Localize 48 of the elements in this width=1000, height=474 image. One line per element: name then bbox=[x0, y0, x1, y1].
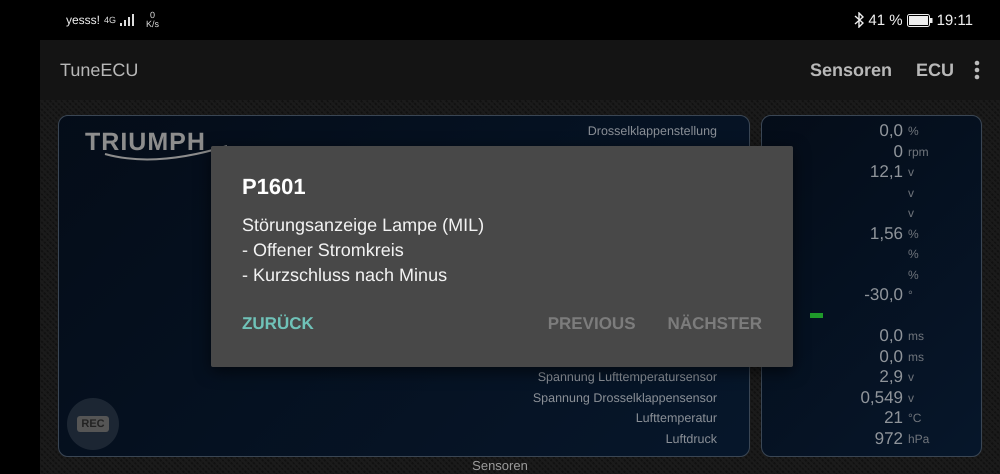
sensor-label: Drosselklappenstellung bbox=[588, 124, 717, 138]
carrier-name: yesss! bbox=[66, 13, 100, 27]
battery-icon bbox=[906, 14, 933, 26]
clock-time: 19:11 bbox=[936, 12, 973, 28]
sensor-label: Lufttemperatur bbox=[636, 411, 717, 426]
sensor-unit: v bbox=[908, 186, 914, 200]
sensor-label: Spannung Lufttemperatursensor bbox=[538, 370, 717, 384]
sensor-unit: v bbox=[908, 165, 914, 180]
menu-action[interactable]: Sensoren bbox=[810, 60, 892, 80]
sensor-value: 0,549 bbox=[859, 388, 903, 408]
dialog-title: P1601 bbox=[242, 174, 307, 200]
sensor-value: 0,0 bbox=[878, 346, 903, 367]
network-type: 4G bbox=[104, 16, 116, 24]
sensor-unit: % bbox=[908, 247, 919, 262]
menu-action[interactable]: ECU bbox=[916, 60, 954, 80]
sensor-label: Spannung Drosselklappensensor bbox=[532, 390, 717, 405]
network-speed: 0 K/s bbox=[146, 11, 160, 29]
dialog-message: Störungsanzeige Lampe (MIL) - Offener Stromkreis - Kurzschluss nach Minus bbox=[242, 214, 486, 287]
sensor-unit: % bbox=[908, 226, 919, 241]
app-title: TuneECU bbox=[60, 60, 138, 80]
sensor-unit: ms bbox=[908, 329, 924, 344]
sensor-value: 2,9 bbox=[878, 367, 903, 388]
sensor-value: 0,0 bbox=[878, 326, 903, 346]
sensor-value: -30,0 bbox=[863, 285, 903, 306]
sensor-unit: v bbox=[908, 206, 914, 220]
battery-percent: 41 % bbox=[868, 12, 903, 28]
dialog-button[interactable]: ZURÜCK bbox=[242, 314, 314, 334]
sensor-label: Luftdruck bbox=[666, 432, 717, 446]
sensor-value: 21 bbox=[883, 408, 903, 428]
sensor-unit: hPa bbox=[908, 432, 930, 446]
bluetooth-icon bbox=[854, 12, 864, 28]
sensor-unit: °C bbox=[908, 411, 922, 426]
sensor-unit: v bbox=[908, 370, 914, 384]
overflow-menu-icon[interactable] bbox=[974, 60, 980, 80]
sensor-unit: ms bbox=[908, 350, 924, 364]
level-bar bbox=[810, 312, 823, 318]
signal-icon bbox=[120, 14, 134, 26]
sensor-unit: % bbox=[908, 124, 919, 138]
sensor-value: 12,1 bbox=[868, 162, 903, 182]
sensor-unit: v bbox=[908, 390, 914, 405]
sensor-value: 1,56 bbox=[868, 224, 903, 244]
page-label: Sensoren bbox=[472, 458, 528, 473]
sensor-value: 972 bbox=[874, 428, 903, 449]
sensor-value: 0,0 bbox=[878, 121, 903, 142]
sensor-unit: % bbox=[908, 268, 919, 282]
sensor-value: 0 bbox=[892, 142, 903, 162]
sensor-unit: rpm bbox=[908, 144, 929, 159]
sensor-unit: ° bbox=[908, 288, 913, 302]
